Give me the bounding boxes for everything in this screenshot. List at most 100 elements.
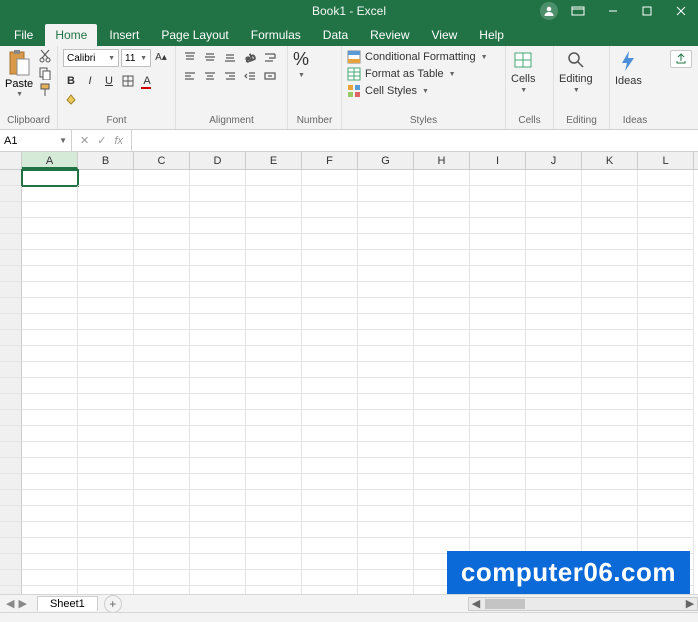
cell[interactable] bbox=[78, 186, 134, 202]
cell[interactable] bbox=[190, 362, 246, 378]
cell[interactable] bbox=[22, 282, 78, 298]
cell[interactable] bbox=[582, 282, 638, 298]
cell[interactable] bbox=[78, 218, 134, 234]
format-painter-icon[interactable] bbox=[38, 83, 52, 97]
cell[interactable] bbox=[470, 538, 526, 554]
cell[interactable] bbox=[414, 298, 470, 314]
cell[interactable] bbox=[190, 218, 246, 234]
formula-input[interactable] bbox=[132, 130, 698, 151]
cell[interactable] bbox=[302, 538, 358, 554]
cell[interactable] bbox=[246, 538, 302, 554]
cell[interactable] bbox=[470, 250, 526, 266]
cell[interactable] bbox=[358, 474, 414, 490]
cell[interactable] bbox=[526, 378, 582, 394]
cell[interactable] bbox=[470, 202, 526, 218]
cell[interactable] bbox=[246, 298, 302, 314]
cell[interactable] bbox=[134, 554, 190, 570]
cell[interactable] bbox=[134, 506, 190, 522]
cell[interactable] bbox=[246, 394, 302, 410]
cell[interactable] bbox=[582, 522, 638, 538]
fx-icon[interactable]: fx bbox=[114, 135, 123, 147]
row-header[interactable] bbox=[0, 458, 22, 474]
cell[interactable] bbox=[78, 298, 134, 314]
cell[interactable] bbox=[302, 394, 358, 410]
cell[interactable] bbox=[638, 554, 694, 570]
cell[interactable] bbox=[22, 554, 78, 570]
cell[interactable] bbox=[22, 250, 78, 266]
cell[interactable] bbox=[302, 362, 358, 378]
column-header[interactable]: L bbox=[638, 152, 694, 169]
cell[interactable] bbox=[414, 586, 470, 594]
cell[interactable] bbox=[358, 506, 414, 522]
cell[interactable] bbox=[638, 330, 694, 346]
cell[interactable] bbox=[134, 282, 190, 298]
cell[interactable] bbox=[134, 362, 190, 378]
cell[interactable] bbox=[414, 490, 470, 506]
row-header[interactable] bbox=[0, 586, 22, 594]
cell[interactable] bbox=[246, 346, 302, 362]
cell[interactable] bbox=[302, 506, 358, 522]
cell[interactable] bbox=[134, 346, 190, 362]
cell[interactable] bbox=[190, 538, 246, 554]
cell[interactable] bbox=[414, 442, 470, 458]
cell[interactable] bbox=[22, 218, 78, 234]
cell[interactable] bbox=[470, 426, 526, 442]
cell[interactable] bbox=[246, 490, 302, 506]
cell[interactable] bbox=[526, 266, 582, 282]
cell[interactable] bbox=[190, 202, 246, 218]
cell[interactable] bbox=[582, 442, 638, 458]
cell[interactable] bbox=[414, 506, 470, 522]
row-header[interactable] bbox=[0, 410, 22, 426]
cell[interactable] bbox=[414, 522, 470, 538]
cell[interactable] bbox=[78, 410, 134, 426]
cell[interactable] bbox=[470, 442, 526, 458]
cell[interactable] bbox=[358, 394, 414, 410]
cell[interactable] bbox=[190, 170, 246, 186]
row-header[interactable] bbox=[0, 394, 22, 410]
cell[interactable] bbox=[582, 586, 638, 594]
scrollbar-thumb[interactable] bbox=[485, 599, 525, 609]
cell[interactable] bbox=[358, 538, 414, 554]
cell[interactable] bbox=[358, 410, 414, 426]
ribbon-display-options-icon[interactable] bbox=[563, 0, 593, 22]
merge-center-icon[interactable] bbox=[261, 68, 279, 84]
cell[interactable] bbox=[470, 186, 526, 202]
cell[interactable] bbox=[134, 314, 190, 330]
cell[interactable] bbox=[190, 522, 246, 538]
cell[interactable] bbox=[190, 474, 246, 490]
row-header[interactable] bbox=[0, 570, 22, 586]
cell[interactable] bbox=[470, 570, 526, 586]
cancel-formula-icon[interactable]: ✕ bbox=[80, 134, 89, 147]
font-size-select[interactable]: 11▼ bbox=[121, 49, 151, 67]
cell[interactable] bbox=[414, 554, 470, 570]
column-header[interactable]: H bbox=[414, 152, 470, 169]
row-header[interactable] bbox=[0, 346, 22, 362]
cell[interactable] bbox=[22, 394, 78, 410]
cell[interactable] bbox=[414, 282, 470, 298]
cell[interactable] bbox=[302, 202, 358, 218]
cell[interactable] bbox=[22, 346, 78, 362]
row-header[interactable] bbox=[0, 538, 22, 554]
cell[interactable] bbox=[470, 410, 526, 426]
cell[interactable] bbox=[470, 554, 526, 570]
cell[interactable] bbox=[582, 506, 638, 522]
column-header[interactable]: J bbox=[526, 152, 582, 169]
cell[interactable] bbox=[638, 218, 694, 234]
cell[interactable] bbox=[470, 266, 526, 282]
cell[interactable] bbox=[246, 410, 302, 426]
cell[interactable] bbox=[302, 298, 358, 314]
cell[interactable] bbox=[582, 266, 638, 282]
cell[interactable] bbox=[526, 442, 582, 458]
row-header[interactable] bbox=[0, 330, 22, 346]
cell[interactable] bbox=[414, 410, 470, 426]
cell[interactable] bbox=[526, 570, 582, 586]
cell[interactable] bbox=[190, 234, 246, 250]
cell[interactable] bbox=[22, 570, 78, 586]
cell[interactable] bbox=[358, 346, 414, 362]
orientation-icon[interactable]: ab bbox=[241, 49, 259, 65]
cell[interactable] bbox=[582, 570, 638, 586]
cell[interactable] bbox=[302, 474, 358, 490]
cell[interactable] bbox=[526, 250, 582, 266]
cell[interactable] bbox=[358, 442, 414, 458]
maximize-button[interactable] bbox=[630, 0, 664, 22]
